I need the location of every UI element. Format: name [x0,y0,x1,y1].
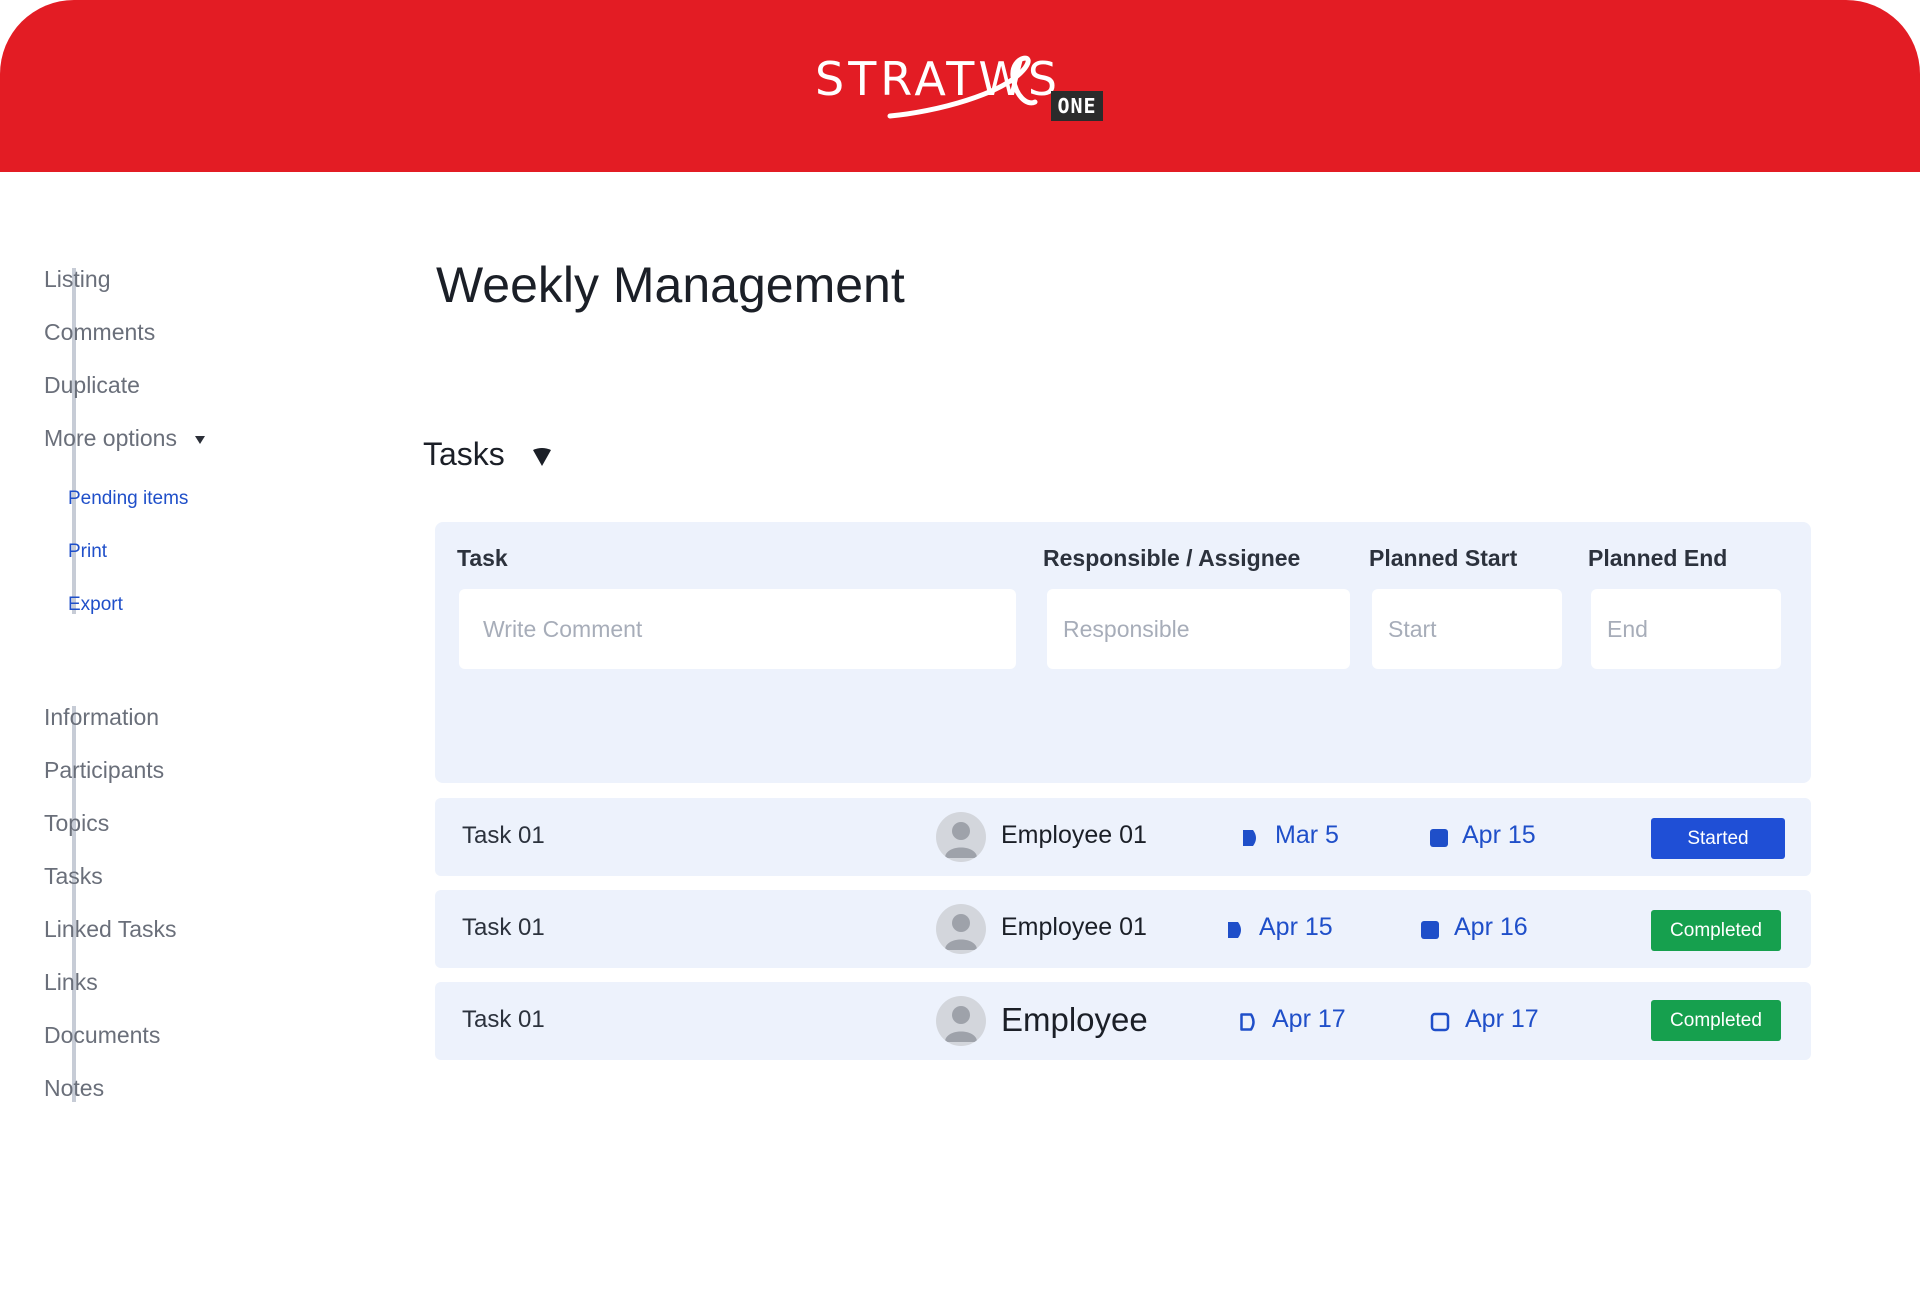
planned-end-date: Apr 15 [1462,821,1536,849]
caret-down-icon [194,435,205,444]
status-badge[interactable]: Started [1651,818,1785,859]
sidebar-item-tasks[interactable]: Tasks [44,863,103,890]
planned-start-input[interactable] [1372,589,1562,669]
sidebar-item-notes[interactable]: Notes [44,1075,104,1102]
column-header-responsible: Responsible / Assignee [1043,545,1301,571]
task-name: Task 01 [462,1006,545,1033]
avatar [936,812,986,862]
sidebar-item-linked-tasks[interactable]: Linked Tasks [44,916,177,943]
sidebar-item-listing[interactable]: Listing [44,266,110,293]
avatar [936,904,986,954]
sidebar-item-more-options[interactable]: More options [44,425,205,452]
column-header-task: Task [457,545,508,571]
brand-logo[interactable]: STRATWS ONE [815,46,1105,126]
responsible-input[interactable] [1047,589,1350,669]
user-avatar-icon [945,1006,977,1042]
task-name: Task 01 [462,914,545,941]
assignee-name: Employee [1001,1001,1148,1038]
column-header-planned-end: Planned End [1588,545,1728,571]
more-options-label: More options [44,425,177,451]
planned-end-date: Apr 17 [1465,1005,1539,1033]
avatar [936,996,986,1046]
column-header-planned-start: Planned Start [1369,545,1518,571]
planned-end-input[interactable] [1591,589,1781,669]
user-avatar-icon [945,822,977,858]
app-page: STRATWS ONE Listing Comments Duplicate M… [0,0,1920,1300]
top-header: STRATWS ONE [0,0,1920,172]
logo-swoosh-icon [887,55,1038,119]
task-name: Task 01 [462,822,545,849]
play-outline-icon [1240,1013,1255,1031]
logo-badge: ONE [1051,91,1103,121]
task-comment-input[interactable] [459,589,1016,669]
sidebar-item-duplicate[interactable]: Duplicate [44,372,140,399]
sidebar-subitem-pending-items[interactable]: Pending items [68,488,188,510]
section-title-tasks: Tasks [423,436,505,472]
sidebar-subitem-export[interactable]: Export [68,594,123,616]
page-title: Weekly Management [436,257,905,313]
sidebar-item-topics[interactable]: Topics [44,810,109,837]
planned-end-date: Apr 16 [1454,913,1528,941]
sidebar-subitem-print[interactable]: Print [68,541,107,563]
stop-filled-icon [1430,829,1448,847]
table-row[interactable]: Task 01 Employee 01 Mar 5 Apr 15 Started [435,798,1811,876]
sidebar-item-links[interactable]: Links [44,969,98,996]
assignee-name: Employee 01 [1001,821,1147,849]
sidebar-item-information[interactable]: Information [44,704,159,731]
status-badge[interactable]: Completed [1651,1000,1781,1041]
stop-outline-icon [1430,1012,1450,1032]
play-filled-icon [1228,922,1241,938]
assignee-name: Employee 01 [1001,913,1147,941]
sidebar-item-participants[interactable]: Participants [44,757,164,784]
planned-start-date: Mar 5 [1275,821,1339,849]
status-badge[interactable]: Completed [1651,910,1781,951]
sidebar-item-documents[interactable]: Documents [44,1022,160,1049]
planned-start-date: Apr 15 [1259,913,1333,941]
stop-filled-icon [1421,921,1439,939]
table-row[interactable]: Task 01 Employee 01 Apr 15 Apr 16 Comple… [435,890,1811,968]
play-filled-icon [1243,830,1256,846]
sidebar-item-comments[interactable]: Comments [44,319,155,346]
user-avatar-icon [945,914,977,950]
table-row[interactable]: Task 01 Employee Apr 17 Apr 17 Completed [435,982,1811,1060]
planned-start-date: Apr 17 [1272,1005,1346,1033]
dropdown-caret-icon[interactable] [531,446,553,468]
